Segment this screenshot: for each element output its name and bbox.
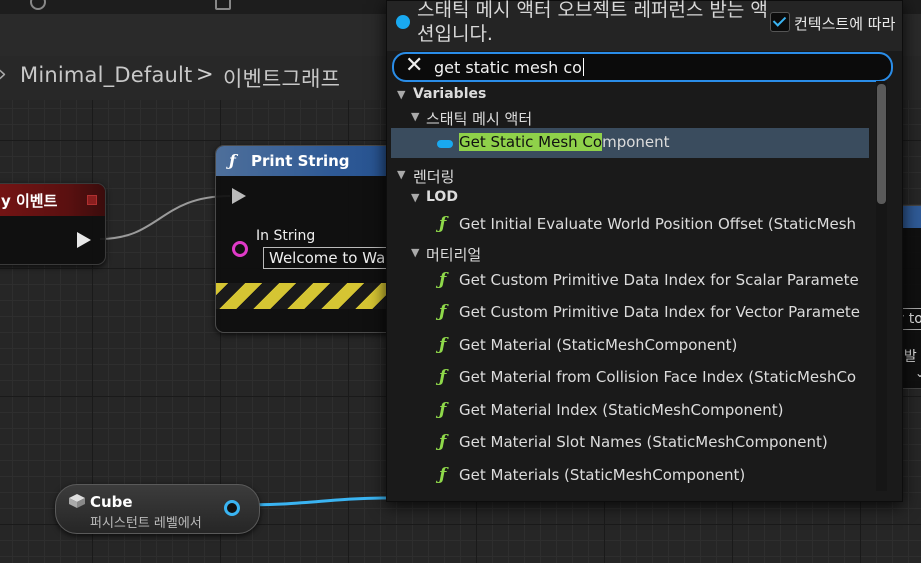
- variable-icon: [437, 140, 453, 148]
- text-caret: [583, 58, 584, 76]
- context-sensitive-label[interactable]: 컨텍스트에 따라: [794, 13, 895, 34]
- function-icon: ƒ: [439, 302, 447, 322]
- in-string-pin[interactable]: [232, 241, 248, 257]
- expand-triangle-icon[interactable]: ▼: [411, 110, 419, 123]
- list-item-label: Get Material (StaticMeshComponent): [459, 336, 738, 354]
- list-item-label: Get Material from Collision Face Index (…: [459, 368, 857, 386]
- list-item[interactable]: ƒ Get Materials (StaticMeshComponent): [391, 461, 872, 491]
- search-input[interactable]: [434, 54, 874, 80]
- search-match-highlight: Get Static Mesh Co: [459, 133, 603, 151]
- list-item-selected[interactable]: Get Static Mesh Component: [391, 128, 869, 158]
- function-icon: ƒ: [439, 335, 447, 355]
- list-item-label: mponent: [602, 133, 670, 151]
- event-node-header: y 이벤트: [0, 184, 105, 216]
- object-wire: [239, 496, 391, 507]
- cube-node-subtitle: 퍼시스턴트 레벨에서: [90, 516, 202, 531]
- expand-triangle-icon[interactable]: ▼: [411, 246, 419, 259]
- chevron-down-icon[interactable]: ⌄: [915, 366, 921, 380]
- object-reference-icon: [396, 15, 410, 29]
- list-item[interactable]: ƒ Get Initial Evaluate World Position Of…: [391, 210, 872, 240]
- development-only-stripe: [216, 283, 406, 309]
- list-item[interactable]: ƒ Get Material Slot Names (StaticMeshCom…: [391, 428, 872, 458]
- cube-reference-node[interactable]: Cube 퍼시스턴트 레벨에서: [55, 484, 260, 534]
- list-item-label: Get Custom Primitive Data Index for Vect…: [459, 303, 861, 321]
- function-icon: ƒ: [439, 367, 447, 387]
- list-item-label: Get Materials (StaticMeshComponent): [459, 466, 746, 484]
- cube-icon: [69, 494, 85, 508]
- list-item[interactable]: ƒ Get Material from Collision Face Index…: [391, 363, 872, 393]
- scrollbar-thumb[interactable]: [877, 84, 886, 204]
- action-context-menu[interactable]: 스태틱 메시 액터 오브젝트 레퍼런스 받는 액션입니다. 컨텍스트에 따라 ✕…: [386, 0, 903, 502]
- category-label: Variables: [413, 86, 487, 102]
- exec-wire: [99, 195, 231, 240]
- list-item-label: Get Custom Primitive Data Index for Scal…: [459, 271, 859, 289]
- function-icon: ƒ: [439, 400, 447, 420]
- function-icon: ƒ: [229, 151, 236, 170]
- exec-out-pin[interactable]: [77, 232, 91, 248]
- clear-search-icon[interactable]: ✕: [405, 53, 423, 79]
- event-node[interactable]: y 이벤트: [0, 183, 106, 265]
- exec-in-pin[interactable]: [232, 188, 246, 204]
- expand-triangle-icon[interactable]: ▼: [411, 191, 419, 204]
- object-out-pin[interactable]: [224, 500, 240, 516]
- in-string-label: In String: [256, 228, 316, 244]
- print-string-title: Print String: [251, 152, 350, 170]
- list-item[interactable]: ƒ Get Material Index (StaticMeshComponen…: [391, 396, 872, 426]
- function-icon: ƒ: [439, 270, 447, 290]
- list-item-label: Get Material Slot Names (StaticMeshCompo…: [459, 433, 828, 451]
- menu-header: 스태틱 메시 액터 오브젝트 레퍼런스 받는 액션입니다. 컨텍스트에 따라: [387, 0, 902, 51]
- subcategory-label: 머티리얼: [426, 246, 482, 264]
- expand-triangle-icon[interactable]: ▼: [397, 168, 405, 181]
- list-item-label: Get Material Index (StaticMeshComponent): [459, 401, 784, 419]
- context-sensitive-checkbox[interactable]: [770, 12, 790, 32]
- print-string-node[interactable]: ƒ Print String In String Welcome to Wa: [215, 145, 407, 333]
- event-delegate-icon: [87, 195, 97, 205]
- function-icon: ƒ: [439, 214, 447, 234]
- event-node-title: y 이벤트: [1, 192, 58, 210]
- list-item[interactable]: ƒ Get Custom Primitive Data Index for Ve…: [391, 298, 872, 328]
- subcategory-label: 스태틱 메시 액터: [426, 110, 533, 128]
- action-list: ▼ Variables ▼ 스태틱 메시 액터 Get Static Mesh …: [391, 81, 872, 491]
- function-icon: ƒ: [439, 432, 447, 452]
- list-item[interactable]: ƒ Get Custom Primitive Data Index for Sc…: [391, 266, 872, 296]
- subcategory-label: LOD: [426, 189, 458, 205]
- print-string-header: ƒ Print String: [216, 146, 406, 176]
- list-item-label: Get Initial Evaluate World Position Offs…: [459, 215, 857, 233]
- expand-triangle-icon[interactable]: ▼: [397, 88, 405, 101]
- cube-node-title: Cube: [90, 493, 133, 511]
- function-icon: ƒ: [439, 465, 447, 485]
- subcategory-material[interactable]: ▼ 머티리얼: [391, 239, 872, 269]
- menu-description: 스태틱 메시 액터 오브젝트 레퍼런스 받는 액션입니다.: [417, 0, 768, 45]
- search-box[interactable]: ✕: [392, 52, 893, 82]
- list-item[interactable]: ƒ Get Material (StaticMeshComponent): [391, 331, 872, 361]
